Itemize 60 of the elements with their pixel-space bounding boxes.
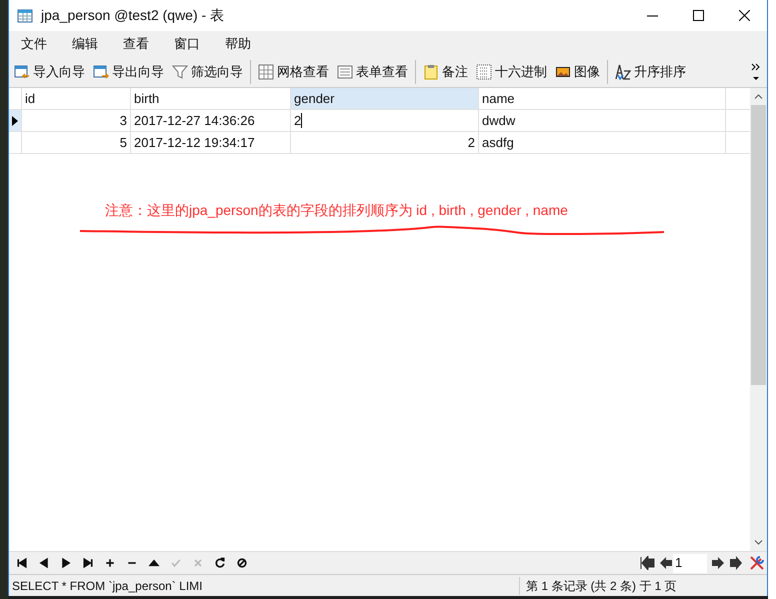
table-cell[interactable]: 2017-12-12 19:34:17 <box>131 132 291 153</box>
table-cell[interactable]: 2017-12-27 14:36:26 <box>131 110 291 131</box>
tools-icon[interactable] <box>749 555 765 571</box>
vertical-scrollbar[interactable] <box>750 88 767 551</box>
close-icon <box>738 10 750 21</box>
note-icon <box>423 64 439 80</box>
stop-icon <box>236 557 248 569</box>
first-page-icon[interactable] <box>639 556 655 570</box>
dotted-grid-icon <box>476 64 492 80</box>
up-triangle-icon <box>148 557 160 569</box>
current-row-icon <box>12 116 18 126</box>
menu-item[interactable]: 帮助 <box>217 34 259 54</box>
check-icon <box>170 557 182 569</box>
table-cell[interactable]: asdfg <box>479 132 726 153</box>
sql-text: SELECT * FROM `jpa_person` LIMI <box>11 578 204 594</box>
toolbar-button[interactable]: 十六进制 <box>475 60 548 84</box>
toolbar-button[interactable]: 筛选向导 <box>171 60 244 84</box>
toolbar-button[interactable]: 表单查看 <box>336 60 409 84</box>
toolbar-button[interactable]: 图像 <box>554 60 601 84</box>
funnel-icon <box>172 64 188 80</box>
table-icon <box>17 8 33 24</box>
next-icon <box>60 557 72 569</box>
table-cell[interactable]: 2 <box>291 110 479 131</box>
table-cell[interactable]: dwdw <box>479 110 726 131</box>
minimize-icon <box>646 14 658 16</box>
toolbar-button[interactable]: 网格查看 <box>257 60 330 84</box>
refresh-icon <box>214 557 226 569</box>
table-cell[interactable]: 2 <box>291 132 479 153</box>
scroll-up-icon <box>754 94 763 99</box>
menu-item[interactable]: 编辑 <box>64 34 106 54</box>
grid-icon <box>258 64 274 80</box>
annotation-text: 注意：这里的jpa_person的表的字段的排列顺序为 id , birth , gender , name <box>105 201 568 220</box>
toolbar-button[interactable]: 导入向导 <box>13 60 86 84</box>
toolbar-button[interactable]: 导出向导 <box>92 60 165 84</box>
plus-icon <box>104 557 116 569</box>
menu-item[interactable]: 窗口 <box>166 34 208 54</box>
maximize-icon <box>692 10 704 21</box>
first-icon <box>16 557 28 569</box>
page-field[interactable]: 1 <box>673 554 707 572</box>
previous-icon <box>38 557 50 569</box>
table-cell[interactable]: 3 <box>22 110 131 131</box>
column-header[interactable]: gender <box>291 88 479 109</box>
toolbar-button[interactable]: 备注 <box>422 60 469 84</box>
sort-icon <box>615 64 631 80</box>
next-page-icon[interactable] <box>711 556 725 570</box>
cross-icon <box>192 557 204 569</box>
previous-page-icon[interactable] <box>659 556 673 570</box>
record-info: 第 1 条记录 (共 2 条) 于 1 页 <box>519 576 677 594</box>
chevron-icon <box>751 62 761 82</box>
image-icon <box>555 64 571 80</box>
menu-item[interactable]: 查看 <box>115 34 157 54</box>
form-icon <box>337 64 353 80</box>
last-page-icon[interactable] <box>729 556 745 570</box>
last-icon <box>82 557 94 569</box>
table-cell[interactable]: 5 <box>22 132 131 153</box>
menu-item[interactable]: 文件 <box>13 34 55 54</box>
window-title: jpa_person @test2 (qwe) - 表 <box>41 6 226 25</box>
scroll-down-icon <box>754 540 763 545</box>
scroll-thumb[interactable] <box>751 105 766 385</box>
toolbar-button[interactable]: 升序排序 <box>614 60 687 84</box>
